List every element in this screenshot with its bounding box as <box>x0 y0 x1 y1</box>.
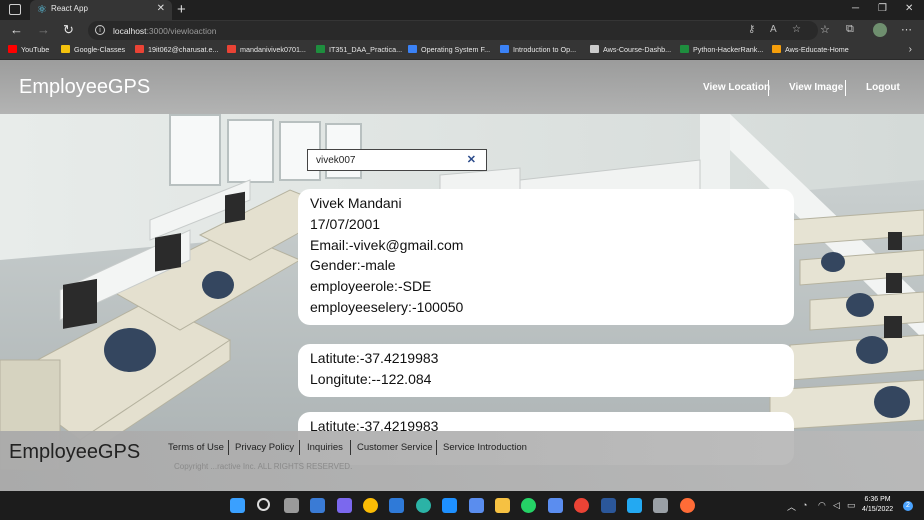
refresh-icon[interactable]: ↻ <box>63 22 74 38</box>
bookmark-item[interactable]: Google-Classes <box>61 45 125 54</box>
longitude-text: Longitute:--122.084 <box>310 370 432 387</box>
read-aloud-icon[interactable]: A <box>770 24 777 35</box>
nav-view-location[interactable]: View Location <box>703 82 770 93</box>
task-view-icon[interactable] <box>284 498 299 513</box>
close-tab-icon[interactable]: ✕ <box>157 3 165 14</box>
latitude-text: Latitute:-37.4219983 <box>310 350 439 366</box>
restore-icon[interactable]: ❐ <box>878 3 887 14</box>
clock[interactable]: 6:36 PM 4/15/2022 <box>862 495 893 515</box>
volume-icon[interactable]: ◁ <box>833 500 840 511</box>
employee-dob: 17/07/2001 <box>310 215 381 232</box>
clock-time: 6:36 PM <box>864 496 891 503</box>
footer-divider <box>350 440 351 455</box>
employee-email: Email:-vivek@gmail.com <box>310 236 464 253</box>
battery-icon[interactable]: ▭ <box>847 500 856 511</box>
chrome-2-icon[interactable] <box>574 498 589 513</box>
clear-icon[interactable]: ✕ <box>467 153 476 166</box>
whatsapp-icon[interactable] <box>521 498 536 513</box>
widgets-icon[interactable] <box>310 498 325 513</box>
brand-logo[interactable]: EmployeeGPS <box>19 76 150 99</box>
clock-date: 4/15/2022 <box>862 506 894 513</box>
app-footer: EmployeeGPS Terms of Use Privacy Policy … <box>0 431 924 491</box>
vscode-icon[interactable] <box>627 498 642 513</box>
favorites-icon[interactable]: ☆ <box>820 23 830 36</box>
employee-gender: Gender:-male <box>310 257 396 274</box>
key-icon[interactable]: ⚷ <box>748 24 755 35</box>
search-icon[interactable] <box>257 498 270 511</box>
footer-link-terms[interactable]: Terms of Use <box>168 442 224 453</box>
notification-badge[interactable]: 2 <box>903 501 913 511</box>
bookmark-item[interactable]: Python-HackerRank... <box>680 45 763 54</box>
bookmark-item[interactable]: YouTube <box>8 45 49 54</box>
more-icon[interactable]: ⋯ <box>901 23 912 36</box>
footer-link-inquiries[interactable]: Inquiries <box>307 442 343 453</box>
bookmark-item[interactable]: Introduction to Op... <box>500 45 576 54</box>
footer-divider <box>299 440 300 455</box>
bookmark-item[interactable]: Aws-Course-Dashb... <box>590 45 671 54</box>
footer-divider <box>228 440 229 455</box>
url-field[interactable]: i localhost:3000/viewloaction ⚷ A ☆ <box>88 21 818 40</box>
web-page: EmployeeGPS View Location View Image Log… <box>0 60 924 491</box>
chrome-icon[interactable] <box>363 498 378 513</box>
employee-search-box: ✕ <box>307 149 487 171</box>
mail-icon[interactable] <box>389 498 404 513</box>
footer-link-customer-service[interactable]: Customer Service <box>357 442 433 453</box>
windows-start-icon[interactable] <box>230 498 245 513</box>
tab-title: React App <box>51 4 88 13</box>
browser-tab[interactable]: ⚛ React App ✕ <box>30 0 172 20</box>
windows-taskbar: ︿ ◔ ◠ ◁ ▭ 6:36 PM 4/15/2022 2 <box>0 491 924 520</box>
site-info-icon[interactable]: i <box>95 25 105 35</box>
app-header: EmployeeGPS View Location View Image Log… <box>0 60 924 114</box>
back-icon[interactable]: ← <box>10 22 23 37</box>
edge-icon[interactable] <box>416 498 431 513</box>
employee-role: employeerole:-SDE <box>310 278 432 295</box>
drive-icon[interactable]: ◔ <box>802 500 807 510</box>
profile-avatar[interactable] <box>873 23 887 37</box>
nav-logout[interactable]: Logout <box>866 82 900 93</box>
bookmark-item[interactable]: IT351_DAA_Practica... <box>316 45 402 54</box>
browser-tab-strip: ⚛ React App ✕ + ─ ❐ ✕ <box>0 0 924 20</box>
react-icon: ⚛ <box>37 4 47 16</box>
footer-link-privacy[interactable]: Privacy Policy <box>235 442 294 453</box>
footer-link-service-introduction[interactable]: Service Introduction <box>443 442 527 453</box>
favorite-icon[interactable]: ☆ <box>792 24 801 35</box>
more-bookmarks-icon[interactable]: › <box>909 44 912 55</box>
employee-search-input[interactable] <box>316 153 466 168</box>
minimize-icon[interactable]: ─ <box>852 3 859 14</box>
bookmark-item[interactable]: mandanivivek0701... <box>227 45 306 54</box>
bookmark-item[interactable]: Aws-Educate-Home <box>772 45 849 54</box>
forward-icon[interactable]: → <box>37 22 50 37</box>
postman-icon[interactable] <box>680 498 695 513</box>
terminal-app-icon[interactable] <box>653 498 668 513</box>
file-explorer-icon[interactable] <box>495 498 510 513</box>
footer-divider <box>436 440 437 455</box>
collections-icon[interactable]: ⧉ <box>846 23 854 36</box>
bookmark-item[interactable]: Operating System F... <box>408 45 490 54</box>
nav-view-image[interactable]: View Image <box>789 82 843 93</box>
bookmarks-bar: YouTube Google-Classes 19it062@charusat.… <box>0 41 924 60</box>
monitor-app-icon[interactable] <box>442 498 457 513</box>
copyright-text: Copyright ...ractive Inc. ALL RIGHTS RES… <box>174 462 353 471</box>
tab-actions-icon[interactable] <box>9 4 21 15</box>
address-bar-row: ← → ↻ i localhost:3000/viewloaction ⚷ A … <box>0 20 924 41</box>
teams-chat-icon[interactable] <box>337 498 352 513</box>
new-tab-icon[interactable]: + <box>177 1 186 18</box>
store-icon[interactable] <box>469 498 484 513</box>
nav-divider <box>768 80 769 96</box>
footer-brand: EmployeeGPS <box>9 441 141 463</box>
nav-divider <box>845 80 846 96</box>
show-hidden-icons-icon[interactable]: ︿ <box>787 500 796 513</box>
employee-name: Vivek Mandani <box>310 195 402 211</box>
bookmark-item[interactable]: 19it062@charusat.e... <box>135 45 218 54</box>
url-text: localhost:3000/viewloaction <box>113 26 217 36</box>
snipping-tool-icon[interactable] <box>548 498 563 513</box>
employee-details-card: Vivek Mandani 17/07/2001 Email:-vivek@gm… <box>298 189 794 325</box>
word-icon[interactable] <box>601 498 616 513</box>
employee-salary: employeeselery:-100050 <box>310 298 464 315</box>
close-window-icon[interactable]: ✕ <box>905 3 913 14</box>
wifi-icon[interactable]: ◠ <box>818 500 826 511</box>
location-card: Latitute:-37.4219983 Longitute:--122.084 <box>298 344 794 397</box>
